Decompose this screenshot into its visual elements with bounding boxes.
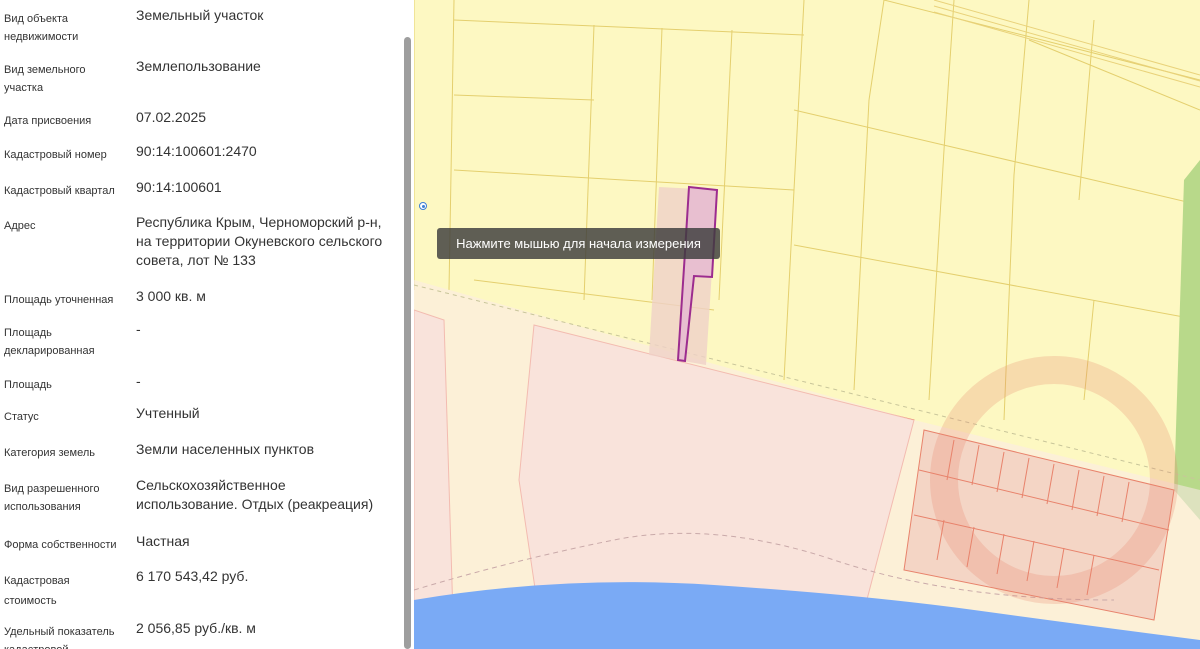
property-value: Учтенный — [136, 405, 200, 421]
location-marker-icon[interactable] — [419, 202, 427, 210]
property-label: Кадастровая стоимость — [4, 575, 70, 607]
property-value: 07.02.2025 — [136, 109, 207, 125]
property-value: 90:14:100601:2470 — [136, 143, 257, 159]
cadastral-map[interactable] — [414, 0, 1200, 649]
panel-scrollbar[interactable] — [404, 37, 411, 649]
property-info-panel: Вид объекта недвижимости Земельный участ… — [0, 0, 414, 649]
property-value: Частная — [136, 533, 190, 549]
property-value: Земли населенных пунктов — [136, 441, 315, 457]
property-value: Сельскохозяйственное использование. Отды… — [136, 477, 374, 512]
measure-tooltip: Нажмите мышью для начала измерения — [437, 228, 720, 259]
property-value: 90:14:100601 — [136, 179, 222, 195]
property-value: - — [136, 373, 141, 389]
property-label: Площадь уточненная — [4, 294, 114, 306]
property-value: Земельный участок — [136, 7, 264, 23]
property-label: Удельный показатель кадастровой — [4, 626, 115, 649]
property-value: 2 056,85 руб./кв. м — [136, 620, 256, 636]
property-value: 6 170 543,42 руб. — [136, 568, 249, 584]
property-label: Площадь декларированная — [4, 327, 95, 357]
property-label: Вид объекта недвижимости — [4, 13, 79, 43]
property-value: Землепользование — [136, 58, 261, 74]
property-label: Вид разрешенного использования — [4, 483, 100, 513]
property-label: Форма собственности — [4, 539, 117, 551]
property-label: Статус — [4, 411, 39, 423]
property-label: Адрес — [4, 220, 36, 232]
property-value: 3 000 кв. м — [136, 288, 206, 304]
property-label: Площадь — [4, 379, 52, 391]
property-label: Дата присвоения — [4, 115, 92, 127]
property-value: - — [136, 321, 141, 337]
property-label: Кадастровый номер — [4, 149, 107, 161]
property-value: Республика Крым, Черноморский р-н, на те… — [136, 214, 383, 268]
map-canvas[interactable] — [414, 0, 1200, 649]
property-label: Вид земельного участка — [4, 64, 86, 94]
property-label: Категория земель — [4, 447, 95, 459]
property-label: Кадастровый квартал — [4, 185, 115, 197]
